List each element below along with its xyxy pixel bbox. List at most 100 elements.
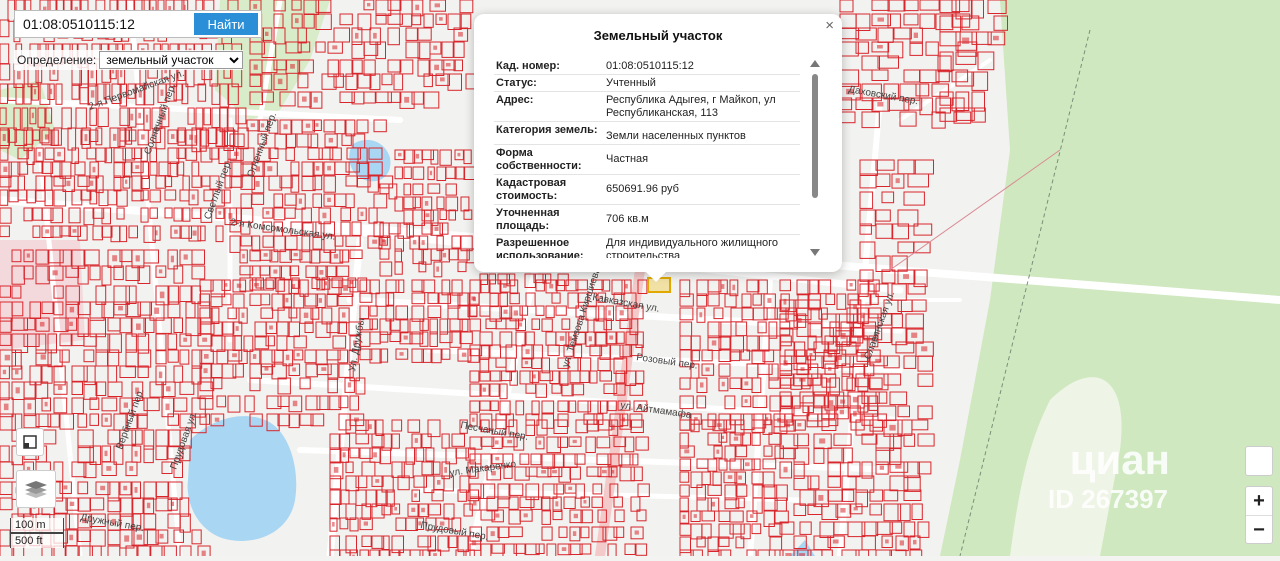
search-bar: Найти [14,10,262,38]
building-mark [192,230,197,236]
identify-mode-select[interactable]: земельный участок [99,51,244,69]
building-mark [90,70,94,79]
building-mark [523,513,528,518]
draw-tool-button[interactable] [16,428,44,456]
building-mark [321,367,327,371]
building-mark [291,284,296,289]
building-mark [241,312,245,318]
search-button[interactable]: Найти [194,13,258,35]
zoom-in-button[interactable]: + [1246,487,1272,516]
fullscreen-button[interactable] [1245,446,1273,476]
property-value: 650691.96 руб [606,183,679,195]
building-mark [202,337,208,342]
building-mark [473,500,477,506]
building-mark [264,367,269,371]
building-mark [123,485,128,491]
building-mark [129,466,134,471]
property-value: 706 кв.м [606,213,649,225]
building-mark [962,37,970,44]
building-mark [765,417,769,421]
building-mark [333,253,339,259]
building-mark [372,239,378,244]
identify-mode: Определение: земельный участок [14,50,244,70]
building-mark [123,402,128,408]
property-key: Адрес: [496,94,534,106]
zoom-out-button[interactable]: − [1246,516,1272,544]
building-mark [524,360,529,365]
building-mark [507,439,513,444]
property-value: Учтенный [606,77,656,89]
building-mark [322,212,327,219]
building-mark [439,17,443,21]
building-mark [146,502,151,509]
building-mark [368,424,372,430]
building-mark [315,123,319,127]
building-mark [15,369,19,375]
building-mark [555,501,559,507]
popup-scrollbar[interactable] [810,60,820,256]
building-mark [434,226,439,231]
building-mark [921,346,928,352]
building-mark [125,179,128,184]
watermark-logo: циан [1069,436,1170,483]
building-mark [318,298,322,303]
building-mark [3,166,8,172]
building-mark [838,354,842,360]
building-mark [828,367,832,371]
building-mark [324,281,327,286]
property-value: 01:08:0510115:12 [606,60,694,72]
property-key: Форма собственности: [496,147,582,172]
building-mark [265,211,270,215]
building-mark [993,35,999,41]
building-mark [174,229,178,234]
building-mark [69,306,75,313]
building-mark [721,284,725,289]
building-mark [611,470,615,474]
building-mark [573,513,578,519]
building-mark [250,123,255,128]
property-value: Частная [606,153,649,165]
building-mark [458,32,463,37]
building-mark [69,534,74,541]
building-mark [879,465,884,470]
building-mark [602,469,607,474]
scroll-thumb[interactable] [812,74,818,198]
building-mark [313,96,318,103]
building-mark [495,456,500,461]
property-value: Для индивидуального жилищного строительс… [606,237,779,258]
building-mark [783,298,787,305]
building-mark [113,133,117,141]
building-mark [4,354,11,361]
building-mark [611,424,615,430]
building-mark [145,114,149,123]
scroll-down-icon[interactable] [810,249,820,256]
building-mark [154,307,160,314]
building-mark [332,522,335,527]
building-mark [525,349,530,355]
watermark-id: ID 267397 [1048,484,1168,514]
building-mark [495,513,500,518]
building-mark [27,403,32,410]
building-mark [234,151,239,156]
property-key: Кадастровая стоимость: [496,177,567,202]
building-mark [446,63,451,67]
building-mark [619,310,624,316]
building-mark [852,396,859,403]
building-mark [853,507,858,511]
property-row: Статус: Учтенный [494,75,800,92]
building-mark [832,539,839,544]
building-mark [290,64,295,69]
building-mark [124,535,130,542]
scroll-up-icon[interactable] [810,60,820,67]
layers-button[interactable] [16,470,56,508]
cadastral-search-input[interactable] [17,13,195,35]
building-mark [783,466,788,473]
property-key: Категория земель: [496,124,598,136]
building-mark [727,475,733,479]
building-mark [588,336,592,342]
property-row: Разрешенное использование: Для индивидуал… [494,235,800,258]
building-mark [711,340,717,346]
building-mark [421,240,425,245]
building-mark [104,417,108,422]
building-mark [45,134,49,140]
